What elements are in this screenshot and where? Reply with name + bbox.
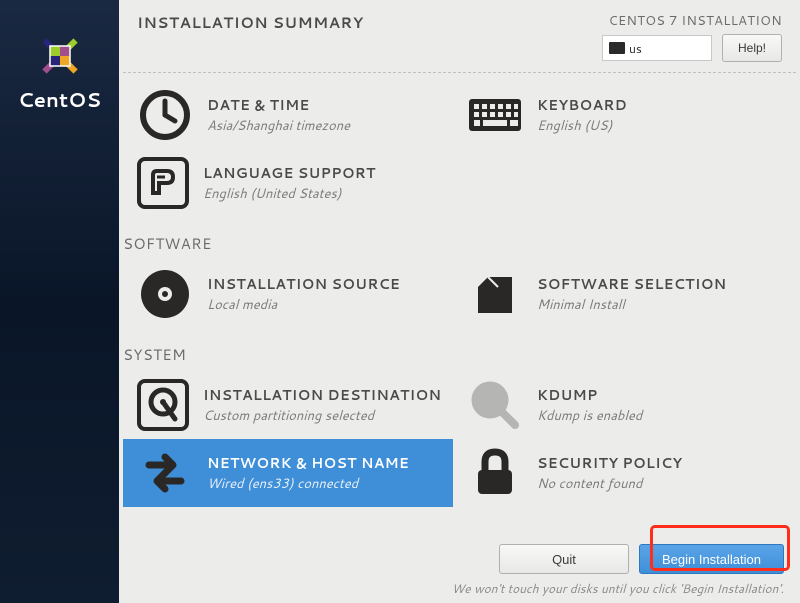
spoke-subtitle: English (United States) — [203, 185, 376, 203]
section-title-system: SYSTEM — [123, 344, 796, 365]
distro-label: CENTOS 7 INSTALLATION — [608, 12, 782, 30]
spoke-title: KDUMP — [537, 385, 642, 405]
network-arrows-icon — [137, 445, 193, 501]
section-title-software: SOFTWARE — [123, 233, 796, 254]
header: INSTALLATION SUMMARY CENTOS 7 INSTALLATI… — [119, 0, 800, 72]
help-button[interactable]: Help! — [722, 34, 782, 62]
spoke-installation-source[interactable]: INSTALLATION SOURCE Local media — [123, 260, 453, 328]
harddisk-icon — [137, 379, 189, 431]
disc-icon — [137, 266, 193, 322]
spoke-subtitle: Custom partitioning selected — [203, 407, 441, 425]
spoke-subtitle: No content found — [537, 475, 682, 493]
keyboard-layout-text: us — [629, 40, 642, 57]
spoke-security-policy[interactable]: SECURITY POLICY No content found — [453, 439, 783, 507]
quit-button[interactable]: Quit — [499, 544, 629, 574]
package-icon — [467, 266, 523, 322]
footer-hint: We won't touch your disks until you clic… — [119, 580, 784, 597]
content-area: DATE & TIME Asia/Shanghai timezone KEYBO… — [119, 72, 800, 536]
footer: Quit Begin Installation We won't touch y… — [119, 536, 800, 603]
spoke-kdump[interactable]: KDUMP Kdump is enabled — [453, 371, 783, 439]
spoke-subtitle: Local media — [207, 296, 400, 314]
spoke-subtitle: Minimal Install — [537, 296, 726, 314]
spoke-software-selection[interactable]: SOFTWARE SELECTION Minimal Install — [453, 260, 783, 328]
spoke-date-time[interactable]: DATE & TIME Asia/Shanghai timezone — [123, 81, 453, 149]
spoke-installation-destination[interactable]: INSTALLATION DESTINATION Custom partitio… — [123, 371, 453, 439]
language-icon — [137, 157, 189, 209]
spoke-title: INSTALLATION SOURCE — [207, 274, 400, 294]
begin-installation-button[interactable]: Begin Installation — [639, 544, 784, 574]
keyboard-layout-indicator[interactable]: us — [602, 35, 712, 61]
page-title: INSTALLATION SUMMARY — [137, 12, 364, 62]
spoke-subtitle: Asia/Shanghai timezone — [207, 117, 350, 135]
main-panel: INSTALLATION SUMMARY CENTOS 7 INSTALLATI… — [119, 0, 800, 603]
spoke-title: NETWORK & HOST NAME — [207, 453, 409, 473]
sidebar: CentOS — [0, 0, 119, 603]
magnifier-icon — [467, 377, 523, 433]
spoke-title: KEYBOARD — [537, 95, 627, 115]
divider — [123, 72, 796, 73]
spoke-language-support[interactable]: LANGUAGE SUPPORT English (United States) — [123, 149, 453, 217]
centos-logo-icon — [36, 32, 84, 80]
spoke-network-hostname[interactable]: NETWORK & HOST NAME Wired (ens33) connec… — [123, 439, 453, 507]
spoke-subtitle: Kdump is enabled — [537, 407, 642, 425]
keyboard-icon — [609, 42, 625, 54]
keyboard-large-icon — [467, 87, 523, 143]
spoke-subtitle: Wired (ens33) connected — [207, 475, 409, 493]
header-right: CENTOS 7 INSTALLATION us Help! — [602, 12, 782, 62]
lock-icon — [467, 445, 523, 501]
spoke-title: SECURITY POLICY — [537, 453, 682, 473]
clock-icon — [137, 87, 193, 143]
spoke-title: LANGUAGE SUPPORT — [203, 163, 376, 183]
spoke-title: DATE & TIME — [207, 95, 350, 115]
spoke-title: INSTALLATION DESTINATION — [203, 385, 441, 405]
spoke-keyboard[interactable]: KEYBOARD English (US) — [453, 81, 783, 149]
spoke-subtitle: English (US) — [537, 117, 627, 135]
brand-text: CentOS — [18, 86, 101, 114]
spoke-title: SOFTWARE SELECTION — [537, 274, 726, 294]
